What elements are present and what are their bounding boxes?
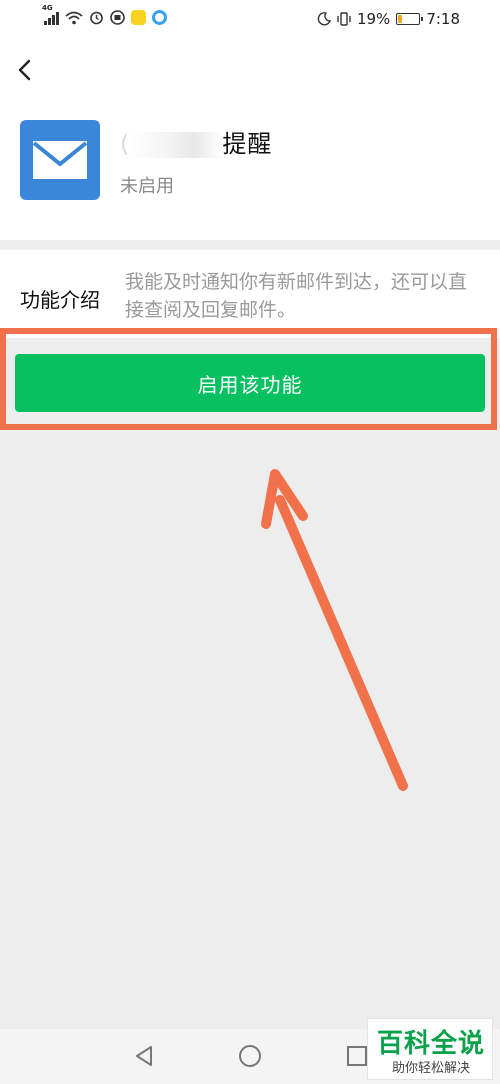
battery-icon (396, 13, 424, 25)
alarm-icon (90, 11, 103, 25)
blue-app-icon (152, 10, 167, 25)
moon-icon (317, 12, 331, 26)
nav-home-button[interactable] (237, 1043, 263, 1069)
status-bar: 4G 19% 7:18 (0, 0, 500, 40)
clock: 7:18 (426, 10, 460, 28)
plugin-header: ( 提醒 未启用 (0, 40, 500, 240)
plugin-name: ( 提醒 (120, 124, 272, 159)
triangle-back-icon (136, 1046, 152, 1066)
enable-feature-button[interactable]: 启用该功能 (15, 354, 485, 412)
battery-level (398, 15, 403, 23)
app-notification-icon (110, 10, 125, 25)
plugin-status: 未启用 (120, 176, 174, 197)
network-type: 4G (42, 3, 53, 12)
watermark-title: 百科全说 (376, 1029, 485, 1059)
intro-description: 我能及时通知你有新邮件到达，还可以直接查阅及回复邮件。 (125, 271, 468, 321)
back-button[interactable] (10, 54, 42, 86)
yellow-app-icon (131, 10, 146, 25)
plugin-name-visible: 提醒 (222, 130, 273, 158)
nav-back-button[interactable] (131, 1043, 157, 1069)
watermark-logo: 百科全说 助你轻松解决 (367, 1018, 493, 1080)
chevron-left-icon (18, 59, 31, 81)
signal-icon: 4G (42, 4, 59, 25)
watermark-subtitle: 助你轻松解决 (391, 1061, 470, 1076)
status-right-icons: 19% 7:18 (317, 10, 460, 28)
circle-home-icon (239, 1045, 261, 1067)
status-left-icons: 4G (42, 4, 167, 25)
redacted-text (130, 132, 223, 158)
mail-app-icon (20, 120, 100, 200)
vibrate-icon (337, 12, 351, 26)
battery-percent: 19% (356, 10, 391, 28)
plugin-name-prefix: ( (120, 130, 131, 158)
wifi-icon (65, 11, 83, 24)
envelope-icon (32, 141, 88, 179)
feature-intro: 功能介绍 我能及时通知你有新邮件到达，还可以直接查阅及回复邮件。 (0, 250, 500, 338)
intro-label: 功能介绍 (20, 288, 100, 312)
